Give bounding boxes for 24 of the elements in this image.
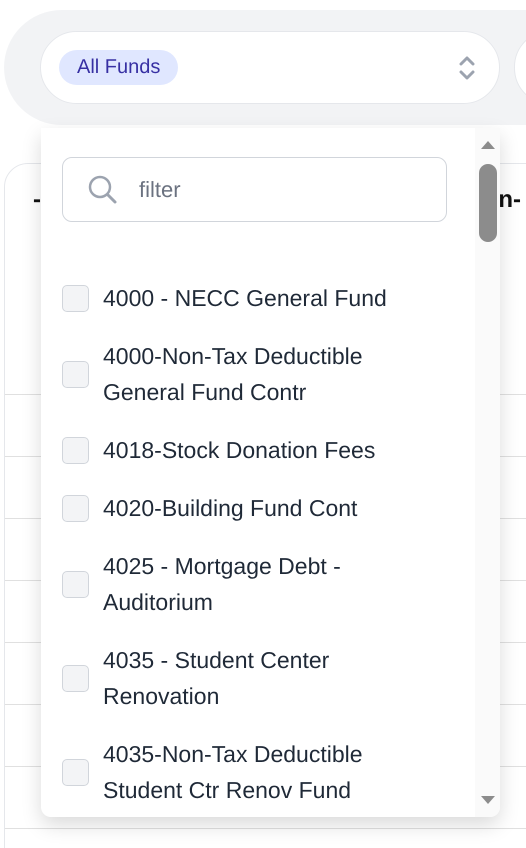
option-label[interactable]: 4035 - Student Center Renovation <box>103 642 403 714</box>
card-heading-fragment: - <box>33 186 41 215</box>
checkbox[interactable] <box>62 570 89 598</box>
option-label[interactable]: 4000 - NECC General Fund <box>103 280 403 316</box>
scrollbar[interactable] <box>475 128 500 817</box>
filter-field[interactable]: filter <box>62 157 447 222</box>
option-label[interactable]: 4000-Non-Tax Deductible General Fund Contr <box>103 338 403 410</box>
fund-select[interactable]: All Funds <box>40 31 500 104</box>
search-icon <box>87 174 119 206</box>
checkbox[interactable] <box>62 758 89 786</box>
option-label[interactable]: 4025 - Mortgage Debt - Auditorium <box>103 548 403 620</box>
fund-chip: All Funds <box>59 50 178 85</box>
option-label[interactable]: 4020-Building Fund Cont <box>103 490 403 526</box>
checkbox[interactable] <box>62 494 89 522</box>
checkbox[interactable] <box>62 664 89 692</box>
option-label[interactable]: 4035-Non-Tax Deductible Student Ctr Renov Fund <box>103 736 403 808</box>
scrollbar-thumb[interactable] <box>478 164 496 242</box>
chevron-updown-icon <box>459 54 475 80</box>
checkbox[interactable] <box>62 360 89 388</box>
option-label[interactable]: 4018-Stock Donation Fees <box>103 432 403 468</box>
card-heading-fragment: n- <box>498 186 521 215</box>
checkbox[interactable] <box>62 284 89 312</box>
filter-input[interactable]: filter <box>137 176 391 204</box>
checkbox[interactable] <box>62 436 89 464</box>
